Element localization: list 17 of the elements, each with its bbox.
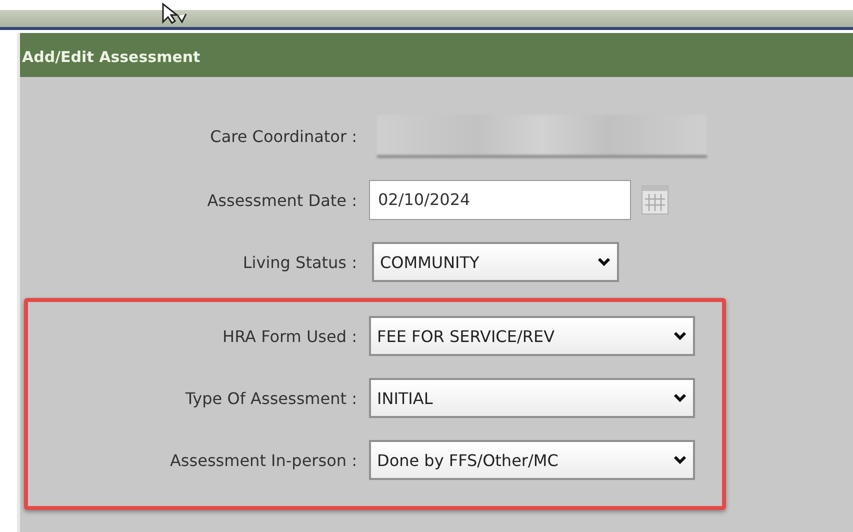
field-label: HRA Form Used : <box>222 326 357 346</box>
dropdown[interactable]: Done by FFS/Other/MC <box>369 440 695 480</box>
panel-title: Add/Edit Assessment <box>20 33 853 77</box>
chevron-icon <box>673 393 687 403</box>
chevron-icon <box>597 257 611 267</box>
chevron-icon <box>673 455 687 465</box>
field-label: Living Status : <box>242 252 357 272</box>
dropdown[interactable]: FEE FOR SERVICE/REV <box>369 316 695 356</box>
field-label: Care Coordinator : <box>209 127 357 146</box>
field-label: Type Of Assessment : <box>184 388 357 408</box>
calendar-icon[interactable] <box>641 185 669 215</box>
field-label: Assessment In-person : <box>168 450 357 470</box>
dropdown[interactable]: COMMUNITY <box>372 242 619 282</box>
field-label: Assessment Date : <box>206 190 357 210</box>
date-field[interactable]: 02/10/2024 <box>369 180 631 220</box>
chevron-icon <box>673 331 687 341</box>
dropdown[interactable]: INITIAL <box>369 378 695 418</box>
